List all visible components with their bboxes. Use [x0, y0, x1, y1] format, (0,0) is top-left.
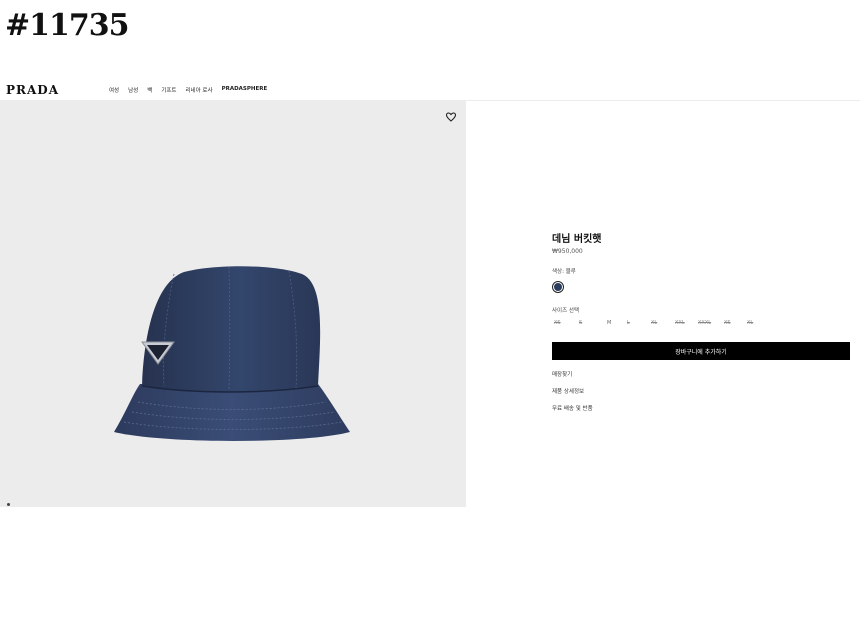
store-finder-link[interactable]: 매장찾기: [552, 370, 572, 378]
shipping-returns-link[interactable]: 무료 배송 및 반품: [552, 404, 593, 412]
size-option[interactable]: XS: [554, 320, 561, 326]
product-details-link[interactable]: 제품 상세정보: [552, 387, 584, 395]
nav-men[interactable]: 남성: [128, 86, 138, 94]
size-option[interactable]: L: [627, 320, 630, 326]
listing-id: #11735: [5, 8, 130, 43]
size-option[interactable]: M: [607, 320, 611, 326]
size-option[interactable]: XXL: [675, 320, 685, 326]
size-option[interactable]: XL: [747, 320, 753, 326]
size-label: 사이즈 선택: [552, 308, 580, 314]
size-option[interactable]: S: [579, 320, 582, 326]
nav-linea-rossa[interactable]: 리네아 로사: [186, 86, 213, 94]
gallery-indicator[interactable]: [7, 503, 10, 506]
size-option[interactable]: XXXL: [698, 320, 711, 326]
size-option[interactable]: XS: [724, 320, 731, 326]
size-options: XS S M L XL XXL XXXL XS XL: [552, 320, 792, 330]
swatch-fill: [554, 283, 562, 291]
product-price: ₩950,000: [552, 248, 583, 255]
add-to-cart-button[interactable]: 장바구니에 추가하기: [552, 342, 850, 360]
nav-gifts[interactable]: 기프트: [161, 86, 176, 94]
site-header: PRADA 여성 남성 백 기프트 리네아 로사 PRADASPHERE: [0, 80, 860, 101]
size-option[interactable]: XL: [651, 320, 657, 326]
main-nav: 여성 남성 백 기프트 리네아 로사 PRADASPHERE: [109, 86, 267, 94]
color-swatch-blue[interactable]: [552, 281, 564, 293]
product-title: 데님 버킷햇: [552, 234, 602, 245]
nav-pradasphere[interactable]: PRADASPHERE: [222, 86, 268, 94]
nav-bags[interactable]: 백: [147, 86, 152, 94]
color-label: 색상: 블루: [552, 269, 576, 275]
bucket-hat-image: [114, 266, 350, 441]
heart-icon[interactable]: [445, 111, 457, 123]
brand-logo[interactable]: PRADA: [6, 83, 59, 97]
nav-women[interactable]: 여성: [109, 86, 119, 94]
